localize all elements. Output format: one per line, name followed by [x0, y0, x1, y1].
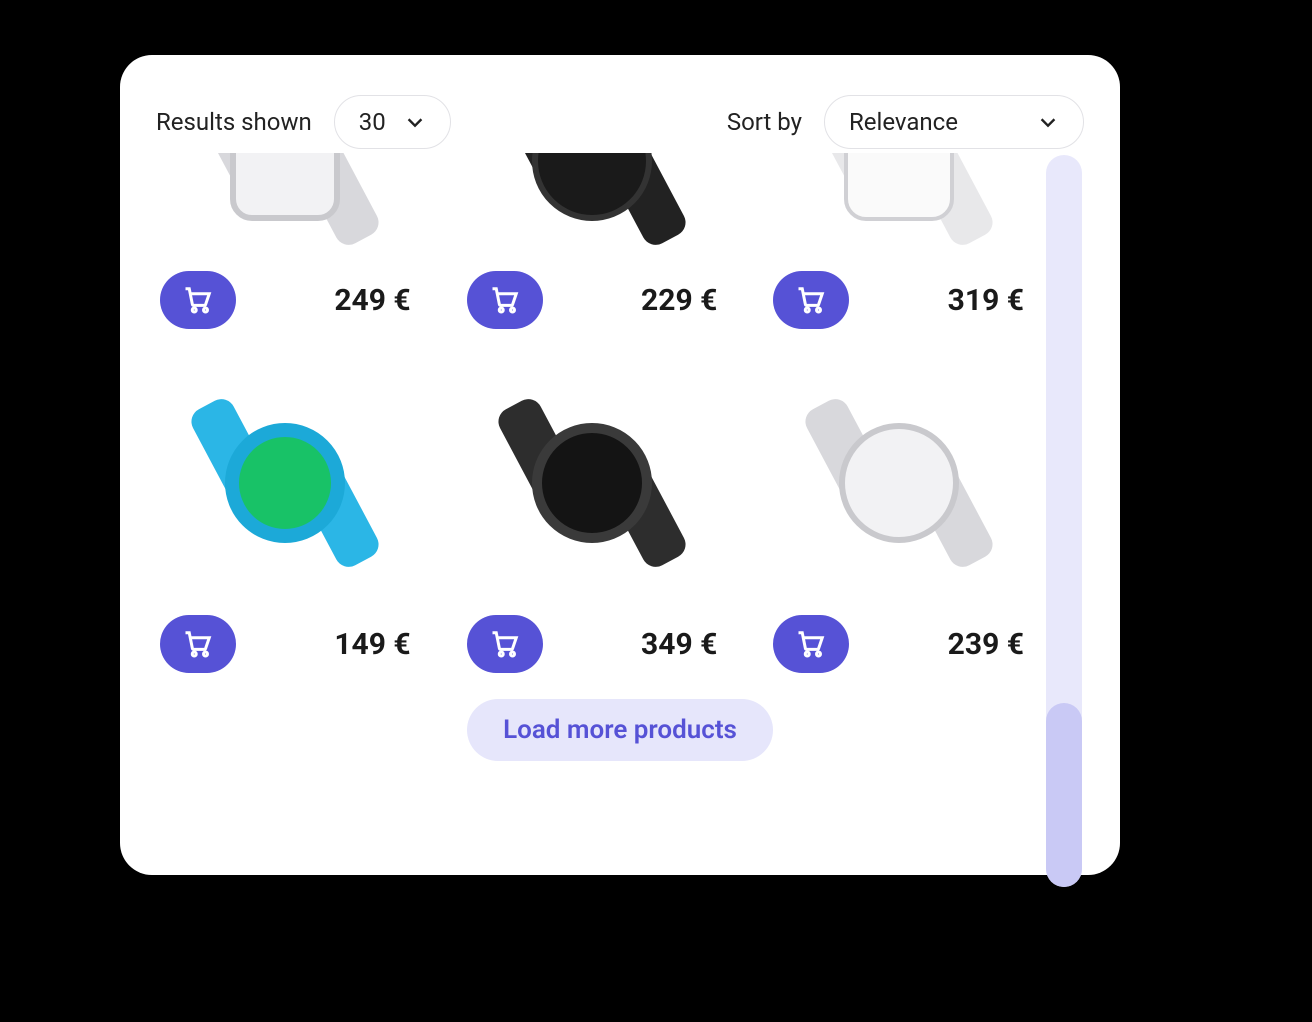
add-to-cart-button[interactable] — [773, 615, 849, 673]
product-item: 349 € — [463, 373, 722, 673]
product-listing-card: Results shown 30 Sort by Relevance 249 €… — [120, 55, 1120, 875]
product-pricebar: 249 € — [156, 271, 415, 329]
sort-by-label: Sort by — [727, 108, 802, 136]
product-pricebar: 349 € — [463, 615, 722, 673]
add-to-cart-button[interactable] — [467, 271, 543, 329]
cart-icon — [796, 629, 826, 659]
watch-image — [497, 153, 687, 249]
product-price: 319 € — [948, 283, 1024, 318]
sort-by-value: Relevance — [849, 108, 958, 136]
chevron-down-icon — [404, 111, 426, 133]
cart-icon — [183, 285, 213, 315]
product-pricebar: 149 € — [156, 615, 415, 673]
product-price: 229 € — [641, 283, 717, 318]
cart-icon — [490, 629, 520, 659]
add-to-cart-button[interactable] — [467, 615, 543, 673]
results-shown-dropdown[interactable]: 30 — [334, 95, 451, 149]
product-pricebar: 319 € — [769, 271, 1028, 329]
add-to-cart-button[interactable] — [773, 271, 849, 329]
cart-icon — [796, 285, 826, 315]
product-item: 319 € — [769, 153, 1028, 329]
product-pricebar: 229 € — [463, 271, 722, 329]
cart-icon — [183, 629, 213, 659]
cart-icon — [490, 285, 520, 315]
load-more-button[interactable]: Load more products — [467, 699, 773, 761]
watch-image — [190, 153, 380, 249]
watch-image — [497, 388, 687, 578]
toolbar: Results shown 30 Sort by Relevance — [156, 95, 1084, 149]
product-price: 349 € — [641, 627, 717, 662]
watch-image — [804, 388, 994, 578]
add-to-cart-button[interactable] — [160, 271, 236, 329]
product-grid-container: 249 € 229 € 319 € 149 € 349 € 239 € Load more… — [156, 153, 1084, 835]
scrollbar-thumb[interactable] — [1046, 703, 1082, 887]
sort-by-dropdown[interactable]: Relevance — [824, 95, 1084, 149]
product-thumbnail[interactable] — [769, 373, 1028, 593]
product-item: 149 € — [156, 373, 415, 673]
add-to-cart-button[interactable] — [160, 615, 236, 673]
product-item: 229 € — [463, 153, 722, 329]
results-shown-label: Results shown — [156, 108, 312, 136]
product-thumbnail[interactable] — [156, 373, 415, 593]
product-item: 249 € — [156, 153, 415, 329]
product-item: 239 € — [769, 373, 1028, 673]
scrollbar-track[interactable] — [1046, 155, 1082, 887]
product-thumbnail[interactable] — [463, 373, 722, 593]
chevron-down-icon — [1037, 111, 1059, 133]
product-thumbnail[interactable] — [463, 153, 722, 249]
product-price: 239 € — [948, 627, 1024, 662]
product-thumbnail[interactable] — [769, 153, 1028, 249]
product-thumbnail[interactable] — [156, 153, 415, 249]
product-price: 149 € — [334, 627, 410, 662]
product-pricebar: 239 € — [769, 615, 1028, 673]
watch-image — [190, 388, 380, 578]
watch-image — [804, 153, 994, 249]
product-price: 249 € — [334, 283, 410, 318]
results-shown-value: 30 — [359, 108, 386, 136]
